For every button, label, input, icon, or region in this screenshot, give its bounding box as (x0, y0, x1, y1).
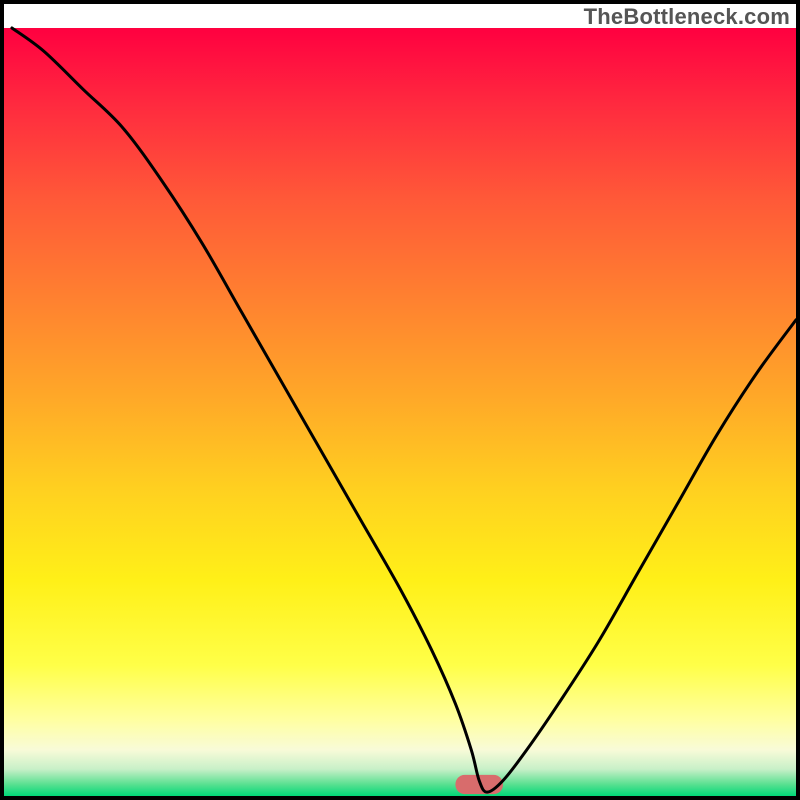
watermark-text: TheBottleneck.com (584, 4, 790, 30)
gradient-background (4, 28, 796, 796)
chart-canvas (0, 0, 800, 800)
bottleneck-chart: TheBottleneck.com (0, 0, 800, 800)
